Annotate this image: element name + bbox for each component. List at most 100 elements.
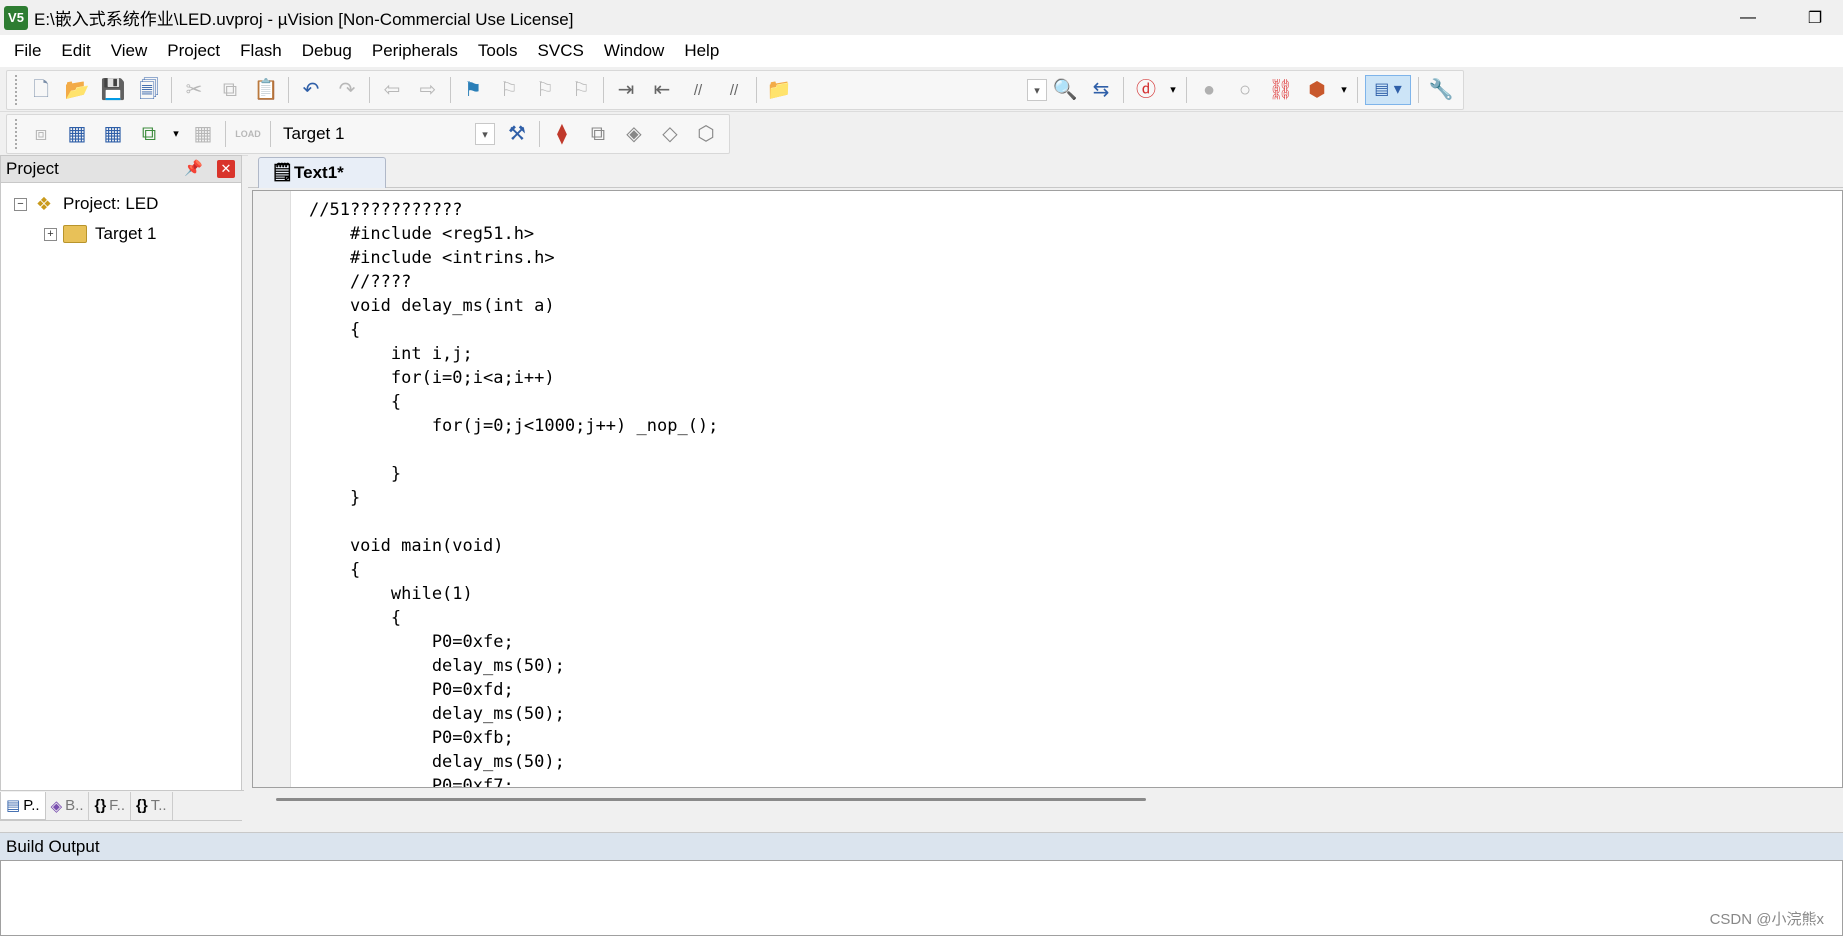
find-in-files-icon[interactable]: 📁 [764, 75, 794, 105]
books-tab-icon: ◈ [50, 797, 63, 815]
menu-file[interactable]: File [4, 41, 51, 61]
editor-tab-strip: 🗒 Text1* [248, 155, 1843, 188]
expand-icon[interactable]: + [44, 227, 57, 241]
batch-build-icon[interactable]: ⧉ [134, 119, 164, 149]
window-title: E:\嵌入式系统作业\LED.uvproj - µVision [Non-Com… [34, 10, 574, 29]
select-software-packs-icon[interactable]: ◇ [655, 119, 685, 149]
tab-label: B.. [65, 797, 84, 814]
redo-icon[interactable]: ↷ [332, 75, 362, 105]
build-icon[interactable]: ▦ [62, 119, 92, 149]
tab-templates[interactable]: {} T.. [131, 791, 173, 820]
menu-debug[interactable]: Debug [292, 41, 362, 61]
target-options-icon[interactable]: ⚒ [502, 119, 532, 149]
toolbar-grip[interactable] [15, 75, 19, 105]
build-output-pane[interactable]: CSDN @小浣熊x [0, 860, 1843, 936]
toolbar-separator [225, 121, 226, 147]
save-icon[interactable]: 💾 [98, 75, 128, 105]
breakpoint-dropdown-icon[interactable]: ▾ [1338, 75, 1350, 105]
functions-tab-icon: {} [94, 797, 107, 814]
window-layout-icon[interactable]: ▤ ▾ [1365, 75, 1411, 105]
debug-session-icon[interactable]: ⓓ [1131, 75, 1161, 105]
code-editor[interactable]: //51??????????? #include <reg51.h> #incl… [252, 190, 1843, 788]
menu-edit[interactable]: Edit [51, 41, 100, 61]
scrollbar-thumb[interactable] [276, 798, 1146, 801]
unindent-icon[interactable]: ⇤ [647, 75, 677, 105]
restore-icon[interactable]: ❐ [1787, 0, 1843, 35]
save-all-icon[interactable]: 🗐 [134, 75, 164, 105]
project-panel-title: Project [6, 159, 59, 178]
tab-label: T.. [150, 797, 167, 814]
manage-project-items-icon[interactable]: ⧫ [547, 119, 577, 149]
translate-icon[interactable]: ⧈ [26, 119, 56, 149]
pack-installer-icon[interactable]: ⬡ [691, 119, 721, 149]
open-file-icon[interactable]: 📂 [62, 75, 92, 105]
navigate-forward-icon[interactable]: ⇨ [413, 75, 443, 105]
cut-icon[interactable]: ✂ [179, 75, 209, 105]
stop-build-icon[interactable]: ▦ [188, 119, 218, 149]
toolbar-separator [369, 77, 370, 103]
batch-build-dropdown-icon[interactable]: ▾ [170, 119, 182, 149]
copy-icon[interactable]: ⧉ [215, 75, 245, 105]
source-code[interactable]: //51??????????? #include <reg51.h> #incl… [309, 198, 718, 787]
editor-gutter[interactable] [253, 191, 291, 787]
minimize-icon[interactable]: — [1720, 0, 1776, 35]
undo-icon[interactable]: ↶ [296, 75, 326, 105]
tab-label: P.. [23, 796, 40, 814]
close-icon[interactable]: ✕ [217, 160, 235, 178]
tree-item-target[interactable]: + Target 1 [1, 219, 241, 249]
target-select[interactable]: Target 1 ▾ [275, 119, 495, 149]
replace-icon[interactable]: ⇆ [1086, 75, 1116, 105]
horizontal-scrollbar[interactable] [252, 789, 1843, 811]
toolbar-grip[interactable] [15, 119, 19, 149]
tab-project[interactable]: ▤ P.. [0, 791, 46, 820]
manage-multi-project-icon[interactable]: ⧉ [583, 119, 613, 149]
paste-icon[interactable]: 📋 [251, 75, 281, 105]
navigate-back-icon[interactable]: ⇦ [377, 75, 407, 105]
toolbar-separator [270, 121, 271, 147]
debug-dropdown-icon[interactable]: ▾ [1167, 75, 1179, 105]
breakpoint-icon[interactable]: ● [1194, 75, 1224, 105]
menu-svcs[interactable]: SVCS [528, 41, 594, 61]
toolbar-separator [288, 77, 289, 103]
tab-functions[interactable]: {} F.. [89, 791, 132, 820]
tree-item-project[interactable]: − ❖ Project: LED [1, 189, 241, 219]
uncomment-icon[interactable]: // [719, 75, 749, 105]
menu-project[interactable]: Project [157, 41, 230, 61]
menu-peripherals[interactable]: Peripherals [362, 41, 468, 61]
disable-breakpoint-icon[interactable]: ○ [1230, 75, 1260, 105]
find-icon[interactable]: 🔍 [1050, 75, 1080, 105]
toolbar-separator [539, 121, 540, 147]
file-toolbar: 🗋 📂 💾 🗐 ✂ ⧉ 📋 ↶ ↷ ⇦ ⇨ ⚑ ⚐ ⚐ ⚐ ⇥ ⇤ // // … [0, 68, 1843, 112]
toolbar-separator [171, 77, 172, 103]
clear-bookmarks-icon[interactable]: ⚐ [566, 75, 596, 105]
project-tree: − ❖ Project: LED + Target 1 [1, 183, 241, 249]
toolbar-separator [450, 77, 451, 103]
next-bookmark-icon[interactable]: ⚐ [530, 75, 560, 105]
menu-help[interactable]: Help [674, 41, 729, 61]
target-dropdown-icon[interactable]: ▾ [475, 123, 495, 145]
menu-flash[interactable]: Flash [230, 41, 292, 61]
manage-run-time-environment-icon[interactable]: ◈ [619, 119, 649, 149]
pin-icon[interactable]: 📌 [184, 159, 203, 177]
kill-breakpoints-icon[interactable]: ⛓ [1266, 75, 1296, 105]
project-panel-header: Project 📌 ✕ [1, 156, 241, 183]
load-download-icon[interactable]: LOAD [233, 119, 263, 149]
disable-all-breakpoints-icon[interactable]: ⬢ [1302, 75, 1332, 105]
comment-icon[interactable]: // [683, 75, 713, 105]
rebuild-icon[interactable]: ▦ [98, 119, 128, 149]
tab-text1[interactable]: 🗒 Text1* [258, 157, 386, 188]
bookmark-icon[interactable]: ⚑ [458, 75, 488, 105]
menu-view[interactable]: View [101, 41, 158, 61]
configure-icon[interactable]: 🔧 [1426, 75, 1456, 105]
tab-books[interactable]: ◈ B.. [46, 791, 90, 820]
folder-icon [63, 225, 87, 243]
new-file-icon[interactable]: 🗋 [26, 75, 56, 105]
menu-tools[interactable]: Tools [468, 41, 528, 61]
find-combo-dropdown-icon[interactable]: ▾ [1027, 79, 1047, 101]
menu-window[interactable]: Window [594, 41, 674, 61]
templates-tab-icon: {} [136, 797, 148, 814]
indent-icon[interactable]: ⇥ [611, 75, 641, 105]
prev-bookmark-icon[interactable]: ⚐ [494, 75, 524, 105]
collapse-icon[interactable]: − [14, 197, 27, 211]
project-icon: ❖ [35, 193, 53, 214]
